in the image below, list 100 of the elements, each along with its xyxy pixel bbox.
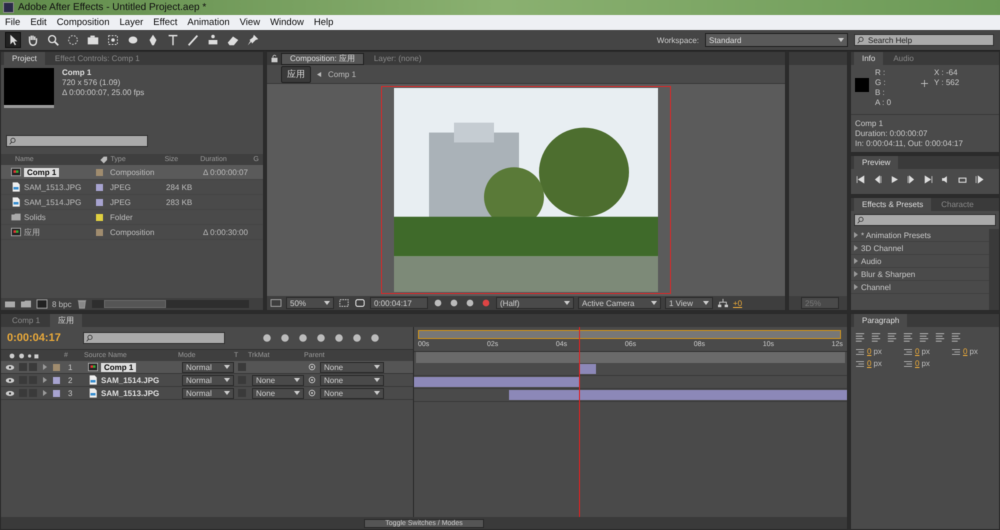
trash-icon[interactable] [76, 299, 88, 309]
layer-duration-bar[interactable] [578, 364, 596, 374]
project-item[interactable]: Comp 1 Composition Δ 0:00:00:07 [1, 165, 263, 180]
menu-item[interactable]: Layer [120, 17, 144, 28]
last-frame-icon[interactable] [923, 174, 934, 185]
effects-search-field[interactable] [854, 214, 996, 226]
parent-dropdown[interactable]: None [320, 388, 384, 398]
workspace-dropdown[interactable]: Standard [705, 33, 848, 47]
play-icon[interactable] [889, 174, 900, 185]
spacing-value[interactable]: 0 [915, 347, 920, 356]
expand-triangle-icon[interactable] [854, 284, 858, 290]
project-item[interactable]: Solids Folder [1, 210, 263, 225]
expand-triangle-icon[interactable] [854, 245, 858, 251]
always-preview-icon[interactable] [270, 298, 282, 308]
breadcrumb-item[interactable]: Comp 1 [328, 70, 356, 78]
exposure-value[interactable]: +0 [733, 298, 742, 308]
mask-visibility-icon[interactable] [354, 298, 366, 308]
breadcrumb-item[interactable]: 应用 [281, 66, 311, 82]
hand-icon[interactable] [26, 33, 40, 47]
menu-item[interactable]: Animation [187, 17, 230, 28]
switch-box[interactable] [238, 363, 246, 371]
expand-triangle-icon[interactable] [854, 258, 858, 264]
panel-tab[interactable]: 应用 [50, 314, 82, 327]
composition-icon[interactable] [36, 299, 48, 309]
folder-icon[interactable] [20, 299, 32, 309]
vertical-scrollbar[interactable] [989, 229, 999, 310]
project-item[interactable]: 应用 Composition Δ 0:00:30:00 [1, 225, 263, 240]
panel-tab[interactable]: Characte [933, 198, 982, 211]
menu-item[interactable]: View [240, 17, 260, 28]
current-time-display[interactable]: 0:00:04:17 [7, 332, 77, 344]
pin-icon[interactable] [246, 33, 260, 47]
panel-tab[interactable]: Audio [885, 52, 922, 65]
align-left-icon[interactable] [855, 332, 865, 342]
panel-tab[interactable]: Project [4, 52, 45, 65]
flowchart-icon[interactable] [717, 298, 729, 308]
project-item[interactable]: SAM_1514.JPG JPEG 283 KB [1, 195, 263, 210]
panel-tab[interactable]: Effects & Presets [854, 198, 932, 211]
visibility-eye-icon[interactable] [5, 364, 15, 370]
panel-tab[interactable]: Layer: (none) [366, 52, 430, 65]
track-matte-dropdown[interactable]: None [252, 388, 304, 398]
panel-tab[interactable]: Paragraph [854, 314, 908, 327]
interpret-footage-icon[interactable] [4, 299, 16, 309]
menu-item[interactable]: Window [270, 17, 304, 28]
menu-item[interactable]: Effect [153, 17, 178, 28]
resolution-dropdown[interactable]: (Half) [496, 297, 574, 309]
switch-box[interactable] [19, 363, 27, 371]
spacing-value[interactable]: 0 [963, 347, 968, 356]
next-frame-icon[interactable] [906, 174, 917, 185]
layer-row[interactable]: 3 SAM_1513.JPG Normal None None [1, 387, 413, 400]
project-search-field[interactable] [6, 135, 148, 147]
blend-mode-dropdown[interactable]: Normal [182, 388, 234, 398]
switch-box[interactable] [29, 363, 37, 371]
blend-mode-dropdown[interactable]: Normal [182, 374, 234, 386]
effect-category[interactable]: * Animation Presets [861, 230, 931, 240]
panel-tab[interactable]: Info [854, 52, 884, 65]
layer-row[interactable]: 1 Comp 1 Normal None [1, 361, 413, 374]
menu-item[interactable]: Help [314, 17, 334, 28]
guides-icon[interactable] [338, 298, 350, 308]
previous-frame-icon[interactable] [872, 174, 883, 185]
search-help-field[interactable]: Search Help [854, 34, 994, 46]
spacing-value[interactable]: 0 [915, 359, 920, 368]
expand-triangle-icon[interactable] [854, 232, 858, 238]
expand-triangle-icon[interactable] [854, 271, 858, 277]
type-tool-icon[interactable] [166, 33, 180, 47]
twirl-triangle-icon[interactable] [43, 364, 47, 370]
bit-depth-button[interactable]: 8 bpc [52, 300, 72, 308]
effect-category[interactable]: Channel [861, 282, 891, 292]
panel-tab[interactable]: Comp 1 [4, 314, 48, 327]
view-layout-dropdown[interactable]: 1 View [665, 297, 713, 309]
playhead-line[interactable] [578, 327, 580, 517]
parent-dropdown[interactable]: None [320, 374, 384, 386]
ram-preview-icon[interactable] [974, 174, 985, 185]
horizontal-scrollbar[interactable] [92, 300, 249, 308]
rotate-icon[interactable] [66, 33, 80, 47]
spacing-value[interactable]: 0 [867, 359, 872, 368]
lock-icon[interactable] [270, 54, 279, 63]
panel-tab[interactable]: Composition: 应用 [281, 52, 364, 64]
visibility-eye-icon[interactable] [5, 390, 15, 396]
track-matte-dropdown[interactable]: None [252, 374, 304, 386]
visibility-eye-icon[interactable] [5, 376, 15, 384]
magnification-dropdown[interactable]: 50% [286, 297, 334, 309]
brush-icon[interactable] [186, 33, 200, 47]
twirl-triangle-icon[interactable] [43, 377, 47, 383]
panel-tab[interactable]: Preview [854, 156, 898, 169]
effect-category[interactable]: Audio [861, 256, 882, 266]
pan-behind-icon[interactable] [106, 33, 120, 47]
menu-item[interactable]: Edit [30, 17, 47, 28]
spacing-value[interactable]: 0 [867, 347, 872, 356]
panel-tab[interactable]: Effect Controls: Comp 1 [46, 52, 148, 65]
menu-item[interactable]: File [5, 17, 20, 28]
layer-row[interactable]: 2 SAM_1514.JPG Normal None None [1, 374, 413, 387]
camera-dropdown[interactable]: Active Camera [578, 297, 661, 309]
parent-dropdown[interactable]: None [320, 362, 384, 372]
first-frame-icon[interactable] [855, 174, 866, 185]
blend-mode-dropdown[interactable]: Normal [182, 362, 234, 372]
twirl-triangle-icon[interactable] [43, 390, 47, 396]
menu-item[interactable]: Composition [56, 17, 110, 28]
current-time-field[interactable]: 0:00:04:17 [370, 297, 428, 309]
zoom-icon[interactable] [46, 33, 60, 47]
layer-search-field[interactable] [83, 332, 225, 344]
